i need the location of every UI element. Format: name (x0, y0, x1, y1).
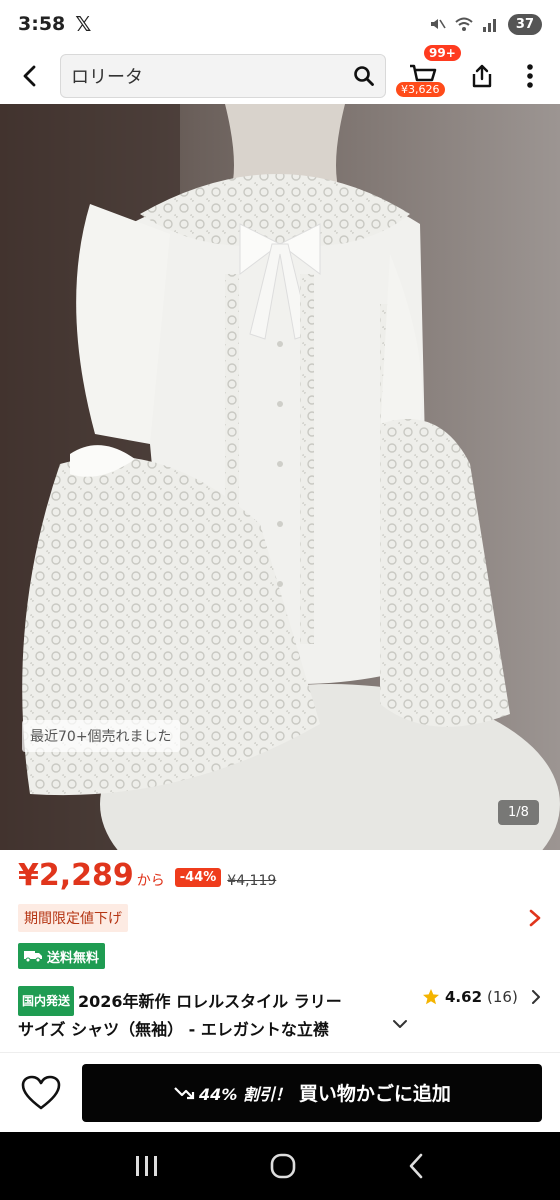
signal-icon (482, 19, 496, 32)
price-suffix: から (136, 873, 165, 889)
title-line-1: 2026年新作 ロレルスタイル ラリー (78, 992, 342, 1011)
back-arrow-icon (23, 65, 36, 87)
recent-apps-icon[interactable] (134, 1154, 160, 1178)
original-price: ¥4,119 (227, 873, 277, 889)
chevron-down-icon[interactable] (392, 1018, 408, 1030)
rating-count: (16) (487, 988, 518, 1006)
header: ロリータ 99+ ¥3,626 (0, 45, 560, 104)
limited-offer-row[interactable]: 期間限定値下げ (18, 904, 542, 932)
x-logo-icon: 𝕏 (75, 12, 92, 36)
chevron-right-icon (531, 990, 540, 1004)
sold-count-badge: 最近70+個売れました (22, 720, 180, 752)
rating-summary[interactable]: 4.62 (16) (422, 988, 541, 1006)
star-icon (423, 989, 439, 1005)
chevron-right-icon (529, 909, 541, 927)
discount-badge: -44% (174, 868, 222, 887)
free-shipping-label: 送料無料 (47, 950, 100, 966)
trend-down-icon (174, 1086, 195, 1099)
title-line-2: サイズ シャツ（無袖） - エレガントな立襟 (18, 1020, 329, 1039)
search-icon[interactable] (353, 65, 375, 87)
domestic-shipping-tag: 国内発送 (18, 986, 75, 1016)
favorite-button[interactable] (0, 1053, 82, 1133)
add-to-cart-button[interactable]: 44% 割引！ 買い物かごに追加 (82, 1063, 542, 1122)
truck-icon (24, 951, 42, 963)
share-button[interactable] (456, 48, 508, 104)
limited-offer-tag: 期間限定値下げ (18, 904, 128, 932)
image-page-indicator: 1/8 (498, 800, 539, 825)
cart-button[interactable]: 99+ ¥3,626 (390, 45, 461, 104)
mute-icon (430, 19, 446, 29)
product-title[interactable]: 国内発送 2026年新作 ロレルスタイル ラリー サイズ シャツ（無袖） - エレ… (18, 986, 398, 1053)
bottom-action-bar: 44% 割引！ 買い物かごに追加 (0, 1052, 560, 1132)
home-icon[interactable] (269, 1152, 297, 1180)
current-price: ¥2,289 (18, 858, 134, 893)
back-nav-icon[interactable] (406, 1153, 426, 1179)
status-icons: 37 (428, 13, 542, 35)
add-to-cart-discount: 44% 割引！ (199, 1084, 291, 1104)
cart-amount-badge: ¥3,626 (396, 82, 445, 97)
share-icon (472, 64, 492, 88)
status-time: 3:58 (18, 13, 66, 35)
rating-value: 4.62 (445, 988, 483, 1006)
free-shipping-tag: 送料無料 (18, 943, 106, 969)
add-to-cart-label: 買い物かごに追加 (298, 1083, 451, 1105)
more-icon (527, 64, 533, 88)
price-row: ¥2,289 から -44% ¥4,119 (18, 858, 276, 898)
system-nav-bar (0, 1132, 560, 1200)
battery-indicator: 37 (507, 13, 542, 35)
back-button[interactable] (0, 48, 60, 104)
status-bar: 3:58 𝕏 37 (0, 0, 560, 48)
wifi-icon (455, 17, 473, 31)
cart-count-badge: 99+ (424, 45, 461, 61)
product-image-carousel[interactable]: 最近70+個売れました 1/8 (0, 104, 560, 850)
search-query: ロリータ (71, 67, 143, 88)
search-input[interactable]: ロリータ (60, 54, 386, 98)
heart-icon (21, 1075, 61, 1109)
more-button[interactable] (508, 48, 552, 104)
